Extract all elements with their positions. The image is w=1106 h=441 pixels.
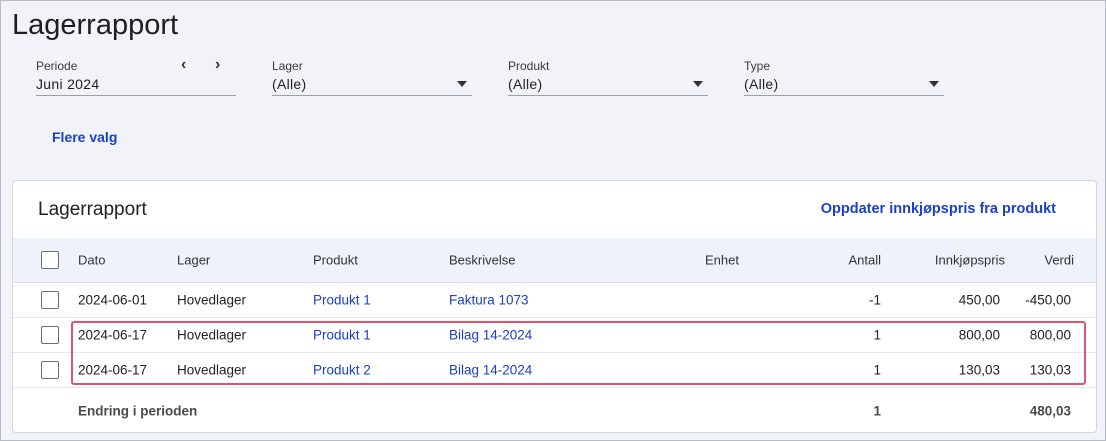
table-row: 2024-06-01 Hovedlager Produkt 1 Faktura … (13, 283, 1096, 318)
row-value: 130,03 (1029, 362, 1071, 378)
column-header-price[interactable]: Innkjøpspris (935, 253, 1005, 268)
row-warehouse: Hovedlager (177, 327, 247, 343)
row-product-link[interactable]: Produkt 2 (313, 363, 371, 378)
column-header-warehouse[interactable]: Lager (177, 253, 210, 268)
row-value: -450,00 (1025, 292, 1071, 308)
warehouse-select[interactable]: Lager (Alle) (272, 59, 472, 96)
column-header-unit[interactable]: Enhet (705, 253, 739, 268)
row-value: 800,00 (1029, 327, 1071, 343)
row-description-link[interactable]: Faktura 1073 (449, 293, 529, 308)
row-quantity: -1 (868, 292, 881, 308)
report-title: Lagerrapport (38, 199, 147, 220)
table-header: Dato Lager Produkt Beskrivelse Enhet Ant… (13, 238, 1096, 283)
column-header-value[interactable]: Verdi (1044, 253, 1074, 268)
caret-down-icon[interactable] (457, 81, 467, 87)
period-label: Periode (36, 59, 78, 73)
type-value: (Alle) (744, 76, 779, 92)
row-warehouse: Hovedlager (177, 362, 247, 378)
warehouse-label: Lager (272, 59, 303, 73)
period-field[interactable]: Periode Juni 2024 (36, 59, 236, 96)
row-date: 2024-06-17 (78, 362, 148, 378)
column-header-quantity[interactable]: Antall (848, 253, 881, 268)
row-checkbox[interactable] (41, 361, 59, 379)
row-description-link[interactable]: Bilag 14-2024 (449, 328, 532, 343)
row-product-link[interactable]: Produkt 1 (313, 328, 371, 343)
summary-row: Endring i perioden 1 480,03 (13, 393, 1096, 428)
summary-value: 480,03 (1029, 403, 1071, 418)
row-quantity: 1 (873, 362, 881, 378)
column-header-product[interactable]: Produkt (313, 253, 358, 268)
row-price: 450,00 (958, 292, 1000, 308)
row-warehouse: Hovedlager (177, 292, 247, 308)
type-select[interactable]: Type (Alle) (744, 59, 944, 96)
row-checkbox[interactable] (41, 291, 59, 309)
row-price: 130,03 (958, 362, 1000, 378)
period-value[interactable]: Juni 2024 (36, 76, 99, 92)
report-card: Lagerrapport Oppdater innkjøpspris fra p… (12, 180, 1097, 433)
row-date: 2024-06-01 (78, 292, 148, 308)
row-checkbox[interactable] (41, 326, 59, 344)
row-price: 800,00 (958, 327, 1000, 343)
row-description-link[interactable]: Bilag 14-2024 (449, 363, 532, 378)
table-row: 2024-06-17 Hovedlager Produkt 1 Bilag 14… (13, 318, 1096, 353)
summary-quantity: 1 (873, 403, 881, 418)
more-options-link[interactable]: Flere valg (52, 129, 117, 145)
table-row: 2024-06-17 Hovedlager Produkt 2 Bilag 14… (13, 353, 1096, 388)
caret-down-icon[interactable] (929, 81, 939, 87)
row-product-link[interactable]: Produkt 1 (313, 293, 371, 308)
row-quantity: 1 (873, 327, 881, 343)
chevron-right-icon[interactable]: › (215, 56, 220, 74)
summary-label: Endring i perioden (78, 403, 198, 418)
update-purchase-price-button[interactable]: Oppdater innkjøpspris fra produkt (821, 201, 1056, 217)
type-label: Type (744, 59, 771, 73)
page-title: Lagerrapport (12, 9, 179, 41)
product-select[interactable]: Produkt (Alle) (508, 59, 708, 96)
row-date: 2024-06-17 (78, 327, 148, 343)
caret-down-icon[interactable] (693, 81, 703, 87)
chevron-left-icon[interactable]: ‹ (181, 56, 186, 74)
product-label: Produkt (508, 59, 550, 73)
product-value: (Alle) (508, 76, 543, 92)
warehouse-value: (Alle) (272, 76, 307, 92)
select-all-checkbox[interactable] (41, 251, 59, 269)
column-header-description[interactable]: Beskrivelse (449, 253, 515, 268)
column-header-date[interactable]: Dato (78, 253, 105, 268)
